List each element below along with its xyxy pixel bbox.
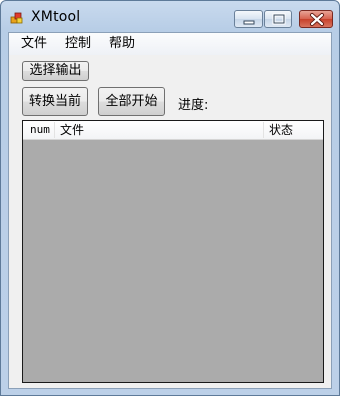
app-icon (10, 12, 23, 24)
minimize-icon (243, 20, 255, 25)
client-area: 文件 控制 帮助 选择输出 转换当前 全部开始 进度: num 文件 状态 (8, 32, 332, 389)
column-header-num[interactable]: num (30, 121, 50, 139)
convert-current-button[interactable]: 转换当前 (22, 87, 88, 116)
menu-file[interactable]: 文件 (21, 36, 47, 52)
column-header-file[interactable]: 文件 (60, 121, 84, 139)
window-title: XMtool (31, 9, 81, 25)
menu-bar: 文件 控制 帮助 (9, 33, 331, 55)
maximize-icon (272, 13, 286, 25)
minimize-button[interactable] (234, 10, 263, 28)
maximize-button[interactable] (264, 10, 292, 28)
title-bar[interactable]: XMtool (1, 1, 339, 31)
menu-control[interactable]: 控制 (65, 36, 91, 52)
column-divider[interactable] (263, 122, 264, 138)
column-header-status[interactable]: 状态 (269, 121, 293, 139)
close-icon (310, 13, 324, 26)
select-output-button[interactable]: 选择输出 (22, 61, 89, 81)
progress-label: 进度: (178, 98, 209, 113)
list-header: num 文件 状态 (23, 121, 323, 140)
file-list[interactable]: num 文件 状态 (22, 120, 324, 383)
menu-help[interactable]: 帮助 (109, 36, 135, 52)
start-all-button[interactable]: 全部开始 (98, 87, 165, 116)
app-window: XMtool 文件 控制 帮助 选择输出 转换当前 全部开始 进度: num 文… (0, 0, 340, 396)
close-button[interactable] (299, 10, 333, 28)
column-divider[interactable] (54, 122, 55, 138)
